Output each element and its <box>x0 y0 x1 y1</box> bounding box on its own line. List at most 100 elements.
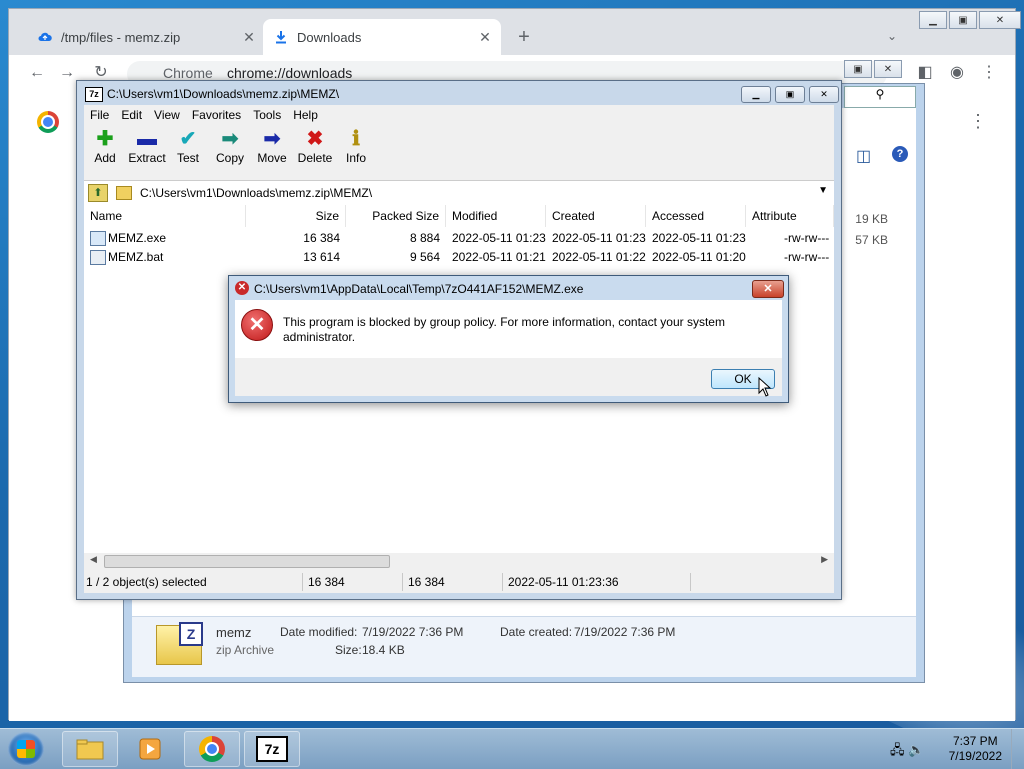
windows-logo-icon <box>17 740 35 758</box>
search-icon[interactable]: ⚲ <box>844 86 916 108</box>
table-row[interactable]: MEMZ.exe 16 384 8 884 2022-05-11 01:23 2… <box>84 229 834 248</box>
taskbar-chrome[interactable] <box>184 731 240 767</box>
preview-pane-icon[interactable]: ◫ <box>856 146 871 166</box>
new-tab-icon[interactable]: + <box>513 27 535 49</box>
menu-help[interactable]: Help <box>287 105 324 125</box>
start-button[interactable] <box>8 732 44 766</box>
details-filetype: zip Archive <box>216 643 275 657</box>
tab-label: /tmp/files - memz.zip <box>61 29 181 45</box>
test-button[interactable]: ✔ Test <box>165 127 211 165</box>
toolbar: ✚ Add ▬ Extract ✔ Test ➡ Copy ➡ Move ✖ D… <box>84 125 834 177</box>
profile-avatar-icon[interactable]: ◉ <box>947 63 967 83</box>
menu-edit[interactable]: Edit <box>115 105 148 125</box>
menu-file[interactable]: File <box>84 105 115 125</box>
table-row[interactable]: MEMZ.bat 13 614 9 564 2022-05-11 01:21 2… <box>84 248 834 267</box>
menu-favorites[interactable]: Favorites <box>186 105 247 125</box>
size-value: 18.4 KB <box>362 643 405 657</box>
tab-strip: /tmp/files - memz.zip ✕ Downloads ✕ + ⌄ … <box>9 9 1021 55</box>
close-tab-icon[interactable]: ✕ <box>239 29 259 46</box>
extract-button[interactable]: ▬ Extract <box>124 127 170 165</box>
add-button[interactable]: ✚ Add <box>82 127 128 165</box>
move-button[interactable]: ➡ Move <box>249 127 295 165</box>
clock[interactable]: 7:37 PM 7/19/2022 <box>949 734 1002 764</box>
sevenzip-window-controls: ▁ ▣ ✕ <box>737 86 839 103</box>
maximize-icon[interactable]: ▣ <box>775 86 805 103</box>
info-icon: ℹ <box>352 128 360 150</box>
sevenzip-title: C:\Users\vm1\Downloads\memz.zip\MEMZ\ <box>107 87 340 101</box>
row-modified: 2022-05-11 01:23 <box>452 231 546 245</box>
row-size: 16 384 <box>303 231 340 245</box>
close-icon[interactable]: ✕ <box>809 86 839 103</box>
status-date: 2022-05-11 01:23:36 <box>508 575 619 589</box>
close-icon[interactable]: ✕ <box>752 280 784 298</box>
scroll-left-icon[interactable]: ◀ <box>90 554 97 565</box>
scrollbar-thumb[interactable] <box>104 555 390 568</box>
details-filename: memz <box>216 625 252 640</box>
column-header-size[interactable]: Size <box>246 205 346 227</box>
column-header-name[interactable]: Name <box>84 205 246 227</box>
column-header-packed-size[interactable]: Packed Size <box>346 205 446 227</box>
file-size-1: 19 KB <box>855 212 888 226</box>
volume-icon[interactable]: 🔈 <box>908 742 924 757</box>
maximize-icon[interactable]: ▣ <box>844 60 872 78</box>
add-icon: ✚ <box>96 128 114 150</box>
close-icon[interactable]: ✕ <box>979 11 1021 29</box>
menu-view[interactable]: View <box>148 105 186 125</box>
error-dialog: ✕ C:\Users\vm1\AppData\Local\Temp\7zO441… <box>228 275 789 403</box>
dialog-message: This program is blocked by group policy.… <box>283 315 725 344</box>
side-panel-icon[interactable]: ◧ <box>915 63 935 83</box>
clock-time: 7:37 PM <box>952 734 998 748</box>
taskbar-explorer[interactable] <box>62 731 118 767</box>
show-desktop-button[interactable] <box>1011 729 1024 769</box>
row-attributes: -rw-rw--- <box>784 250 830 264</box>
column-header-attributes[interactable]: Attribute <box>746 205 834 227</box>
tab-memz-files[interactable]: /tmp/files - memz.zip ✕ <box>27 19 265 55</box>
sevenzip-titlebar[interactable]: 7z C:\Users\vm1\Downloads\memz.zip\MEMZ\… <box>77 81 841 105</box>
column-header-modified[interactable]: Modified <box>446 205 546 227</box>
file-size-2: 57 KB <box>855 233 888 247</box>
add-label: Add <box>94 151 116 165</box>
close-tab-icon[interactable]: ✕ <box>475 29 495 46</box>
row-accessed: 2022-05-11 01:20 <box>652 250 746 264</box>
close-icon[interactable]: ✕ <box>874 60 902 78</box>
dialog-titlebar[interactable]: ✕ C:\Users\vm1\AppData\Local\Temp\7zO441… <box>229 276 788 300</box>
taskbar-7zip[interactable]: 7z <box>244 731 300 767</box>
menu-bar: File Edit View Favorites Tools Help <box>84 105 834 125</box>
more-options-icon[interactable]: ⋮ <box>969 111 987 132</box>
back-icon[interactable]: ← <box>27 63 47 83</box>
chevron-down-icon[interactable]: ▼ <box>818 185 828 196</box>
info-button[interactable]: ℹ Info <box>333 127 379 165</box>
chrome-window-controls: ▁ ▣ ✕ <box>917 11 1021 29</box>
up-folder-icon[interactable]: ⬆ <box>88 184 108 202</box>
tab-downloads[interactable]: Downloads ✕ <box>263 19 501 55</box>
minimize-icon[interactable]: ▁ <box>741 86 771 103</box>
delete-button[interactable]: ✖ Delete <box>292 127 338 165</box>
column-header-accessed[interactable]: Accessed <box>646 205 746 227</box>
copy-icon: ➡ <box>221 128 239 150</box>
sevenzip-app-icon: 7z <box>85 87 103 102</box>
row-accessed: 2022-05-11 01:23 <box>652 231 746 245</box>
help-icon[interactable]: ? <box>892 146 908 162</box>
taskbar: 7z 🖧 🔈 7:37 PM 7/19/2022 <box>0 728 1024 769</box>
date-created-label: Date created: <box>500 625 573 639</box>
menu-tools[interactable]: Tools <box>247 105 287 125</box>
network-icon[interactable]: 🖧 <box>890 742 905 757</box>
test-label: Test <box>176 151 199 165</box>
error-icon: ✕ <box>235 281 249 295</box>
scroll-right-icon[interactable]: ▶ <box>821 554 828 565</box>
row-packed-size: 8 884 <box>409 231 440 245</box>
taskbar-media-player[interactable] <box>122 731 178 767</box>
address-bar[interactable]: ⬆ C:\Users\vm1\Downloads\memz.zip\MEMZ\ … <box>84 180 834 206</box>
forward-icon[interactable]: → <box>57 63 77 83</box>
status-bar: 1 / 2 object(s) selected 16 384 16 384 2… <box>84 571 834 593</box>
chrome-menu-icon[interactable]: ⋮ <box>979 63 999 83</box>
maximize-icon[interactable]: ▣ <box>949 11 977 29</box>
chevron-down-icon[interactable]: ⌄ <box>887 29 897 43</box>
media-player-icon <box>139 738 161 760</box>
folder-icon <box>116 186 132 200</box>
horizontal-scrollbar[interactable]: ◀ ▶ <box>84 553 834 569</box>
omnibox-site: Chrome <box>163 65 213 81</box>
minimize-icon[interactable]: ▁ <box>919 11 947 29</box>
copy-button[interactable]: ➡ Copy <box>207 127 253 165</box>
column-header-created[interactable]: Created <box>546 205 646 227</box>
